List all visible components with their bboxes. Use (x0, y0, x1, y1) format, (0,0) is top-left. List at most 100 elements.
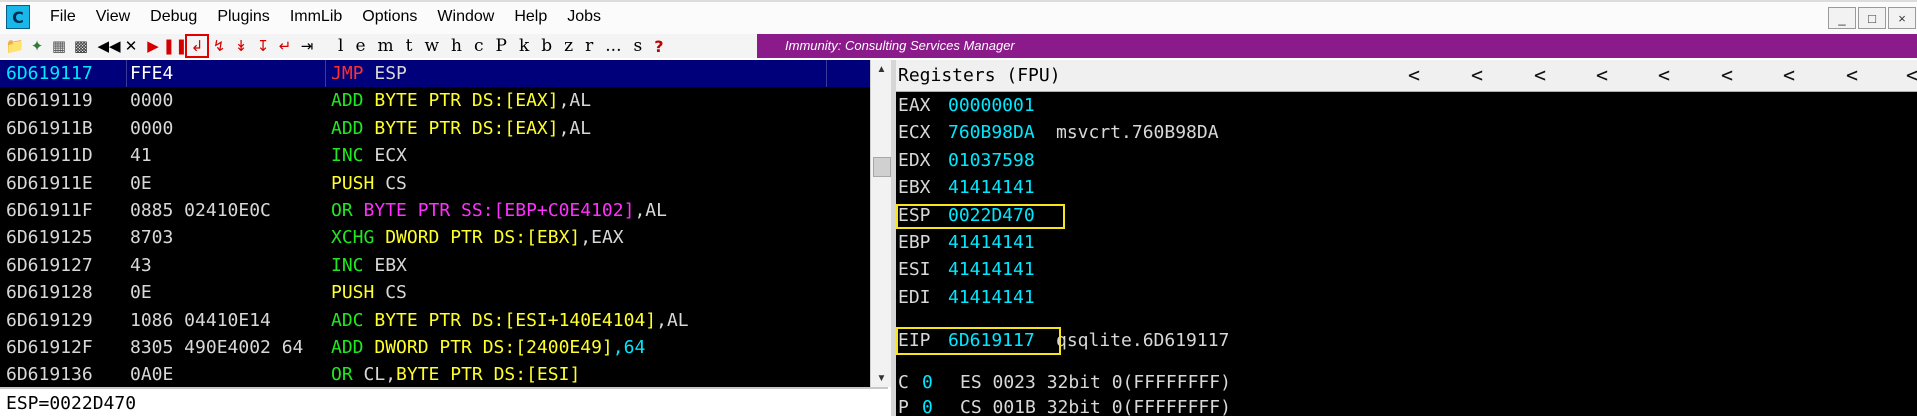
register-value[interactable]: 41414141 (948, 257, 1035, 283)
registers-nav-arrow-icon[interactable]: < (1846, 60, 1858, 91)
menu-plugins[interactable]: Plugins (207, 0, 279, 34)
step-over-icon[interactable]: ↯ (208, 35, 230, 57)
menu-options[interactable]: Options (352, 0, 427, 34)
instruction-address: 6D61911D (6, 145, 93, 167)
register-ebx[interactable]: EBX 41414141 (896, 175, 1917, 201)
register-ecx[interactable]: ECX 760B98DA msvcrt.760B98DA (896, 120, 1917, 146)
register-esp[interactable]: ESP 0022D470 (896, 203, 1917, 229)
disassembly-row[interactable]: 6D61911B 0000 ADD BYTE PTR DS:[EAX],AL (0, 115, 870, 142)
toolbar-handles-button[interactable]: h (445, 36, 468, 56)
restore-button[interactable]: □ (1858, 7, 1886, 29)
toolbar-memory-button[interactable]: m (372, 36, 400, 56)
register-value[interactable]: 41414141 (948, 230, 1035, 256)
toolbar-z-button[interactable]: z (558, 36, 579, 56)
register-esi[interactable]: ESI 41414141 (896, 257, 1917, 283)
register-value[interactable]: 01037598 (948, 148, 1035, 174)
toolbar-modules-button[interactable]: e (349, 36, 371, 56)
instruction-bytes: 41 (130, 145, 152, 167)
disassembly-row[interactable]: 6D619125 8703 XCHG DWORD PTR DS:[EBX],EAX (0, 224, 870, 251)
minimize-button[interactable]: _ (1828, 7, 1856, 29)
run-script-icon[interactable]: ✦ (26, 35, 48, 57)
register-eax[interactable]: EAX 00000001 (896, 93, 1917, 119)
disassembly-row[interactable]: 6D619119 0000 ADD BYTE PTR DS:[EAX],AL (0, 87, 870, 114)
step-into-icon[interactable]: ↲ (185, 34, 209, 58)
trace-over-icon[interactable]: ↧ (252, 35, 274, 57)
asm-token: BYTE PTR DS:[ESI+140E4104] (363, 309, 657, 331)
scroll-up-icon[interactable]: ▲ (871, 60, 892, 78)
flag-value[interactable]: 0 (922, 370, 933, 396)
app-logo-icon[interactable]: C (6, 5, 30, 29)
register-edi[interactable]: EDI 41414141 (896, 285, 1917, 311)
menu-jobs[interactable]: Jobs (557, 0, 611, 34)
menu-file[interactable]: File (40, 0, 86, 34)
window-icon[interactable]: ▦ (48, 35, 70, 57)
menu-immlib[interactable]: ImmLib (280, 0, 352, 34)
menu-view[interactable]: View (86, 0, 140, 34)
rewind-icon[interactable]: ◀◀ (97, 35, 120, 57)
close-button[interactable]: × (1888, 7, 1916, 29)
register-eip[interactable]: EIP 6D619117 qsqlite.6D619117 (896, 327, 1917, 355)
toolbar-cpu-button[interactable]: c (468, 36, 490, 56)
scroll-down-icon[interactable]: ▼ (871, 369, 892, 387)
play-icon[interactable]: ▶ (142, 35, 164, 57)
disassembly-scrollbar[interactable]: ▲ ▼ (870, 60, 892, 387)
trace-into-icon[interactable]: ↡ (230, 35, 252, 57)
toolbar-breakpoints-button[interactable]: b (535, 36, 558, 56)
pause-icon[interactable]: ❚❚ (162, 35, 187, 57)
toolbar-log-button[interactable]: l (332, 36, 349, 56)
asm-token: PUSH (331, 172, 375, 194)
instruction-bytes: 0E (130, 282, 152, 304)
disassembly-row[interactable]: 6D619129 1086 04410E14 ADC BYTE PTR DS:[ES… (0, 307, 870, 334)
menu-help[interactable]: Help (504, 0, 557, 34)
menu-window[interactable]: Window (427, 0, 504, 34)
register-edx[interactable]: EDX 01037598 (896, 148, 1917, 174)
registers-nav-arrow-icon[interactable]: < (1471, 60, 1483, 91)
registers-nav-arrow-icon[interactable]: < (1534, 60, 1546, 91)
disassembly-row[interactable]: 6D61911D 41 INC ECX (0, 142, 870, 169)
disassembly-row[interactable]: 6D61911F 0885 02410E0C OR BYTE PTR SS:[EBP… (0, 197, 870, 224)
disassembly-row[interactable]: 6D619128 0E PUSH CS (0, 279, 870, 306)
flag-row[interactable]: C 0 ES 0023 32bit 0(FFFFFFFF) (896, 370, 1917, 396)
close-x-icon[interactable]: ✕ (120, 35, 142, 57)
register-ebp[interactable]: EBP 41414141 (896, 230, 1917, 256)
menu-debug[interactable]: Debug (140, 0, 207, 34)
toolbar-threads-button[interactable]: t (400, 36, 419, 56)
registers-nav-arrow-icon[interactable]: < (1658, 60, 1670, 91)
disassembly-row-selected[interactable]: 6D619117 FFE4 JMP ESP (0, 60, 870, 88)
registers-nav-arrow-icon[interactable]: < (1596, 60, 1608, 91)
flag-value[interactable]: 0 (922, 395, 933, 416)
disassembly-row[interactable]: 6D61912F 8305 490E4002 64 ADD DWORD PTR DS… (0, 334, 870, 361)
register-value[interactable]: 760B98DA (948, 120, 1035, 146)
registers-nav-arrow-icon[interactable]: < (1721, 60, 1733, 91)
registers-nav-arrow-icon[interactable]: < (1906, 60, 1917, 91)
registers-header[interactable]: Registers (FPU) < < < < < < < < < (896, 60, 1917, 92)
flag-row[interactable]: P 0 CS 001B 32bit 0(FFFFFFFF) (896, 395, 1917, 416)
disassembly-row[interactable]: 6D619127 43 INC EBX (0, 252, 870, 279)
open-folder-icon[interactable]: 📁 (4, 35, 26, 57)
register-value[interactable]: 41414141 (948, 285, 1035, 311)
register-value[interactable]: 41414141 (948, 175, 1035, 201)
registers-nav-arrow-icon[interactable]: < (1783, 60, 1795, 91)
toolbar-callstack-button[interactable]: k (513, 36, 535, 56)
toolbar-windows-button[interactable]: w (418, 36, 445, 56)
toolbar-references-button[interactable]: r (579, 36, 599, 56)
instruction-address: 6D619129 (6, 309, 93, 331)
toolbar-run-trace-button[interactable]: ... (599, 36, 627, 56)
python-icon[interactable]: ▩ (70, 35, 92, 57)
toolbar-help-button[interactable]: ? (648, 37, 669, 56)
toolbar-patches-button[interactable]: P (490, 36, 513, 56)
go-to-address-icon[interactable]: ⇥ (296, 35, 318, 57)
disassembly-row[interactable]: 6D61911E 0E PUSH CS (0, 170, 870, 197)
registers-nav-arrow-icon[interactable]: < (1408, 60, 1420, 91)
registers-pane[interactable]: Registers (FPU) < < < < < < < < < EAX 00000001 ECX… (896, 60, 1917, 416)
asm-token: ADC (331, 309, 364, 331)
toolbar-source-button[interactable]: s (628, 36, 649, 56)
instruction-address: 6D61911B (6, 117, 93, 139)
execute-till-return-icon[interactable]: ↵ (274, 35, 296, 57)
disassembly-pane[interactable]: 6D619117 FFE4 JMP ESP 6D619119 0000 ADD BYTE … (0, 60, 870, 387)
disassembly-row[interactable]: 6D619136 0A0E OR CL,BYTE PTR DS:[ESI] (0, 361, 870, 388)
register-value[interactable]: 00000001 (948, 93, 1035, 119)
asm-token: CS (374, 172, 407, 194)
toolbar: 📁 ✦ ▦ ▩ ◀◀ ✕ ▶ ❚❚ ↲ ↯ ↡ ↧ ↵ ⇥ l e m t w … (0, 34, 1917, 58)
scroll-thumb[interactable] (873, 157, 891, 177)
